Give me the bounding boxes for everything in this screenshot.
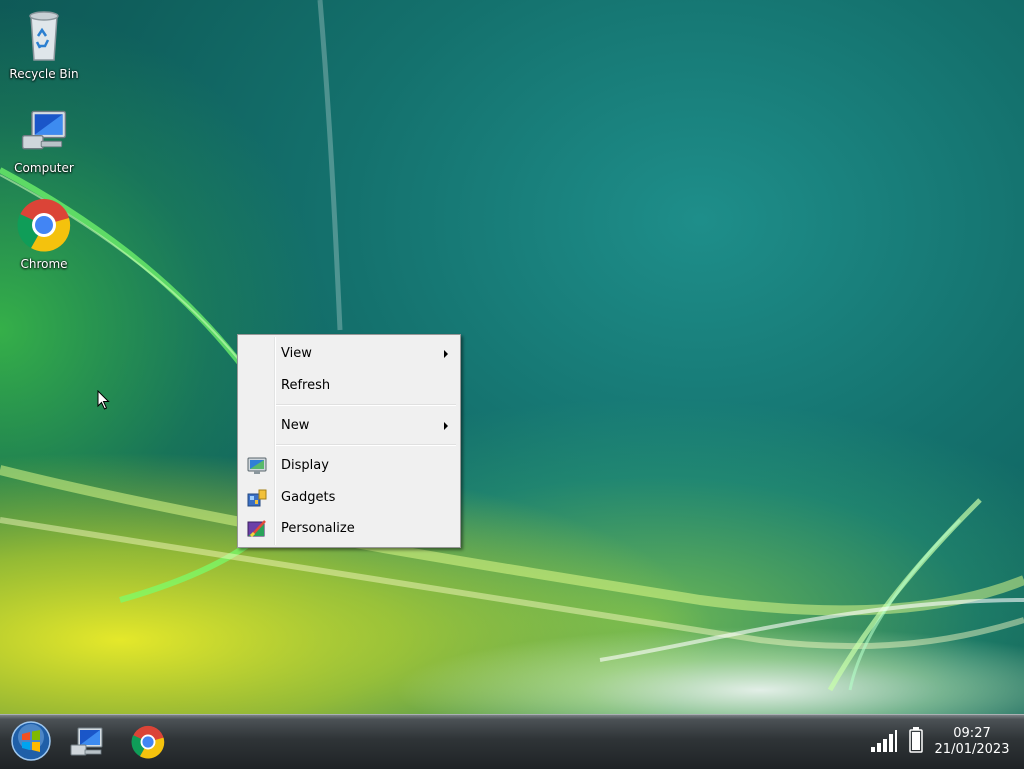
mouse-cursor-icon [97, 390, 110, 410]
computer-icon [21, 110, 67, 150]
wallpaper [0, 0, 1024, 692]
menu-item-label: Personalize [281, 521, 355, 536]
menu-item-view[interactable]: View [240, 341, 456, 367]
menu-item-display[interactable]: Display [240, 453, 456, 479]
battery-icon[interactable] [908, 726, 924, 754]
recycle-bin-icon [29, 11, 59, 61]
menu-separator [276, 444, 456, 446]
gadgets-icon [247, 489, 267, 507]
menu-item-personalize[interactable]: Personalize [240, 516, 456, 542]
desktop[interactable]: Recycle Bin Computer Chrome View Refresh… [0, 0, 1024, 714]
clock-time: 09:27 [953, 726, 991, 741]
signal-bars-icon[interactable] [870, 729, 898, 753]
clock-date: 21/01/2023 [934, 742, 1010, 757]
chrome-icon [17, 199, 71, 252]
taskbar: 09:27 21/01/2023 [0, 714, 1024, 769]
desktop-icon-label: Chrome [20, 257, 68, 271]
menu-item-label: Display [281, 458, 329, 473]
submenu-arrow-icon [444, 350, 448, 358]
submenu-arrow-icon [444, 422, 448, 430]
chrome-icon[interactable] [130, 724, 166, 760]
display-icon [247, 457, 267, 474]
system-clock[interactable]: 09:27 21/01/2023 [932, 726, 1012, 758]
menu-item-gadgets[interactable]: Gadgets [240, 485, 456, 511]
desktop-icon-chrome[interactable]: Chrome [0, 196, 88, 271]
desktop-icon-recycle-bin[interactable]: Recycle Bin [0, 6, 88, 81]
menu-item-refresh[interactable]: Refresh [240, 373, 456, 399]
menu-item-new[interactable]: New [240, 413, 456, 439]
menu-item-label: New [281, 418, 310, 433]
menu-item-label: View [281, 346, 312, 361]
desktop-icon-label: Recycle Bin [9, 67, 79, 81]
menu-separator [276, 404, 456, 406]
personalize-icon [247, 520, 266, 538]
desktop-context-menu: View Refresh New Display Gadgets Persona… [237, 334, 461, 548]
menu-item-label: Refresh [281, 378, 331, 393]
start-orb-icon[interactable] [10, 720, 52, 762]
menu-item-label: Gadgets [281, 490, 336, 505]
desktop-icon-label: Computer [14, 161, 74, 175]
menu-gutter [274, 337, 276, 545]
desktop-icon-computer[interactable]: Computer [0, 104, 88, 175]
computer-icon[interactable] [68, 725, 106, 759]
